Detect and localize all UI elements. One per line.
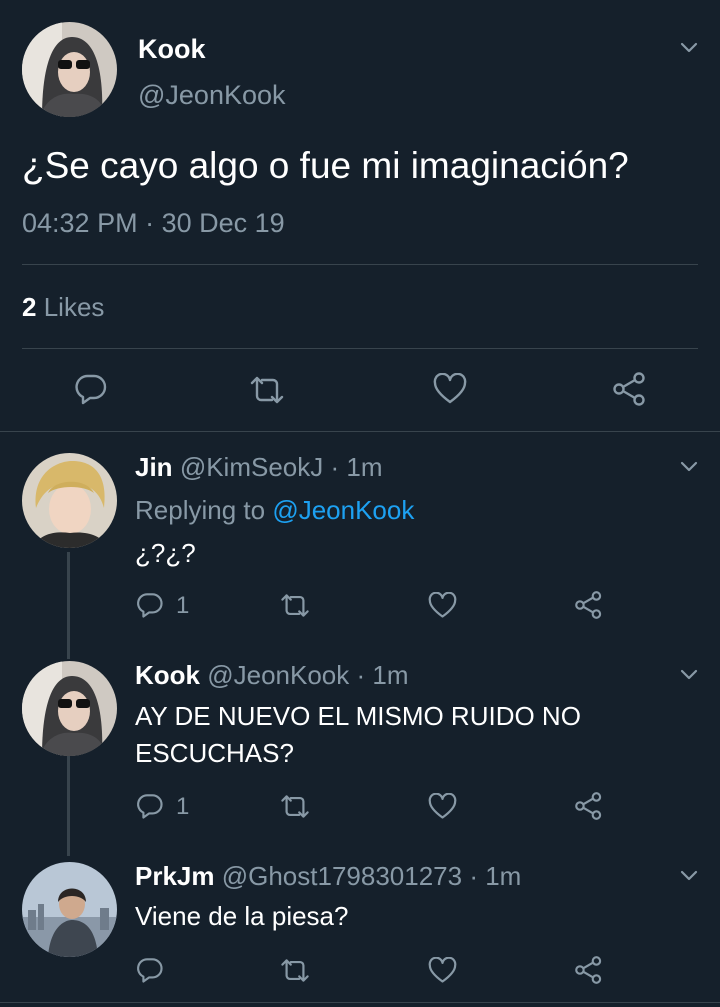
retweet-icon[interactable] bbox=[248, 374, 286, 406]
reply-time: · 1m bbox=[330, 452, 383, 482]
author-handle[interactable]: @JeonKook bbox=[138, 80, 286, 111]
author-name[interactable]: Kook bbox=[138, 34, 206, 65]
divider bbox=[22, 348, 698, 349]
divider bbox=[22, 264, 698, 265]
reply-author-name[interactable]: Jin bbox=[135, 452, 173, 482]
like-icon[interactable] bbox=[433, 373, 467, 405]
reply-header: PrkJm @Ghost1798301273 · 1m bbox=[135, 861, 521, 892]
reply-author-name[interactable]: PrkJm bbox=[135, 861, 215, 891]
like-icon[interactable] bbox=[428, 592, 457, 619]
reply-icon[interactable] bbox=[136, 792, 164, 820]
avatar-kook[interactable] bbox=[22, 22, 117, 117]
reply-author-handle[interactable]: @JeonKook bbox=[207, 660, 349, 690]
avatar-prkjm[interactable] bbox=[22, 862, 117, 957]
tweet-timestamp: 04:32 PM · 30 Dec 19 bbox=[22, 208, 285, 239]
share-icon[interactable] bbox=[574, 956, 604, 984]
retweet-icon[interactable] bbox=[279, 957, 311, 984]
chevron-down-icon[interactable] bbox=[678, 663, 700, 685]
thread-line bbox=[67, 552, 70, 659]
reply-author-handle[interactable]: @KimSeokJ bbox=[180, 452, 323, 482]
replying-to: Replying to @JeonKook bbox=[135, 495, 414, 526]
reply-count: 1 bbox=[176, 793, 190, 820]
thread-line bbox=[67, 756, 70, 856]
timestamp-separator: · bbox=[145, 208, 155, 238]
likes-label: Likes bbox=[43, 292, 105, 322]
tweet-text: ¿Se cayo algo o fue mi imaginación? bbox=[22, 145, 629, 186]
reply-text: Viene de la piesa? bbox=[135, 901, 349, 931]
reply-count: 1 bbox=[176, 592, 190, 619]
tweet-time: 04:32 PM bbox=[22, 208, 138, 238]
tweet-date: 30 Dec 19 bbox=[161, 208, 285, 238]
avatar-jin[interactable] bbox=[22, 453, 117, 548]
reply-icon[interactable] bbox=[136, 591, 164, 619]
chevron-down-icon[interactable] bbox=[678, 36, 700, 58]
reply-author-name[interactable]: Kook bbox=[135, 660, 200, 690]
divider bbox=[0, 1002, 720, 1003]
retweet-icon[interactable] bbox=[279, 793, 311, 820]
retweet-icon[interactable] bbox=[279, 592, 311, 619]
reply-header: Jin @KimSeokJ · 1m bbox=[135, 452, 382, 483]
reply-text: ¿?¿? bbox=[135, 538, 196, 568]
likes-stat[interactable]: 2 Likes bbox=[22, 292, 104, 323]
share-icon[interactable] bbox=[574, 792, 604, 820]
likes-count: 2 bbox=[22, 292, 37, 322]
divider bbox=[0, 431, 720, 432]
like-icon[interactable] bbox=[428, 957, 457, 984]
reply-icon[interactable] bbox=[136, 956, 164, 984]
share-icon[interactable] bbox=[574, 591, 604, 619]
reply-text-line: ESCUCHAS? bbox=[135, 738, 294, 768]
replying-to-label: Replying to bbox=[135, 495, 266, 525]
reply-time: · 1m bbox=[356, 660, 409, 690]
reply-header: Kook @JeonKook · 1m bbox=[135, 660, 409, 691]
reply-time: · 1m bbox=[469, 861, 522, 891]
reply-text-line: AY DE NUEVO EL MISMO RUIDO NO bbox=[135, 701, 581, 731]
chevron-down-icon[interactable] bbox=[678, 455, 700, 477]
like-icon[interactable] bbox=[428, 793, 457, 820]
share-icon[interactable] bbox=[612, 372, 648, 406]
avatar-kook[interactable] bbox=[22, 661, 117, 756]
chevron-down-icon[interactable] bbox=[678, 864, 700, 886]
reply-icon[interactable] bbox=[74, 372, 108, 406]
reply-author-handle[interactable]: @Ghost1798301273 bbox=[222, 861, 462, 891]
replying-to-handle[interactable]: @JeonKook bbox=[272, 495, 414, 525]
